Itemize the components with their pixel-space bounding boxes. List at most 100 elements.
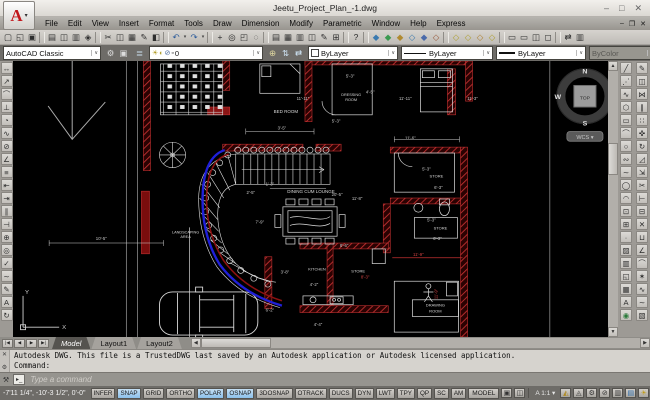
menu-parametric[interactable]: Parametric [318, 19, 367, 28]
workspace-save-icon[interactable]: ▣ [117, 47, 130, 59]
separator[interactable] [163, 32, 169, 43]
maximize-button[interactable]: □ [619, 3, 624, 14]
dimension-update-icon[interactable]: ↻ [1, 309, 13, 321]
ordinate-icon[interactable]: ⊥ [1, 101, 13, 113]
menu-draw[interactable]: Draw [208, 19, 237, 28]
hardware-status-icon[interactable]: ▥ [612, 388, 623, 398]
offset-icon[interactable]: ∥ [636, 101, 648, 113]
region-icon[interactable]: ◱ [620, 270, 632, 282]
help-icon[interactable]: ? [350, 31, 362, 43]
dimension-edit-icon[interactable]: ✎ [1, 283, 13, 295]
tab-layout2[interactable]: Layout2 [137, 337, 182, 349]
viewcube-top-face[interactable]: TOP [580, 96, 591, 102]
viewcube-north[interactable]: N [582, 69, 587, 76]
toggle-ducs[interactable]: DUCS [329, 388, 353, 399]
polygon-icon[interactable]: ⬡ [620, 101, 632, 113]
separator[interactable] [263, 32, 269, 43]
quick-view-drawings-icon[interactable]: ▣ [501, 388, 512, 398]
layer-update-icon[interactable]: ⇅ [279, 47, 292, 59]
tab-layout1[interactable]: Layout1 [91, 337, 136, 349]
workspace-combo[interactable]: AutoCAD Classic ∨ [3, 46, 101, 60]
table-icon[interactable]: ▦ [620, 283, 632, 295]
toggle-qp[interactable]: QP [417, 388, 432, 399]
design-center-icon[interactable]: ▦ [282, 31, 294, 43]
inspection-icon[interactable]: ✓ [1, 257, 13, 269]
markup-set-manager-icon[interactable]: ✎ [318, 31, 330, 43]
layer-properties-manager-icon[interactable]: ≣ [133, 47, 146, 59]
menu-tools[interactable]: Tools [179, 19, 208, 28]
scroll-right-icon[interactable]: ▶ [640, 338, 650, 348]
scroll-down-icon[interactable]: ▼ [608, 327, 618, 337]
menu-format[interactable]: Format [144, 19, 179, 28]
baseline-icon[interactable]: ⇤ [1, 179, 13, 191]
hatch-icon[interactable]: ▨ [620, 244, 632, 256]
explode-icon[interactable]: ✶ [636, 270, 648, 282]
save-icon[interactable]: ▣ [26, 31, 38, 43]
properties-icon[interactable]: ▤ [270, 31, 282, 43]
dimension-break-icon[interactable]: ⊣ [1, 218, 13, 230]
copy-to-layer-icon[interactable]: ▭ [518, 31, 530, 43]
jogged-icon[interactable]: ∿ [1, 127, 13, 139]
command-wrench-icon[interactable]: ⚒ [2, 376, 10, 384]
command-close-icon[interactable]: ✕ [2, 351, 7, 358]
menu-window[interactable]: Window [367, 19, 405, 28]
model-space-button[interactable]: MODEL [468, 388, 499, 399]
revision-cloud-icon[interactable]: ∾ [620, 153, 632, 165]
insert-block-icon[interactable]: ⊡ [620, 205, 632, 217]
annotate-icon[interactable]: ▥ [574, 31, 586, 43]
gradient-icon[interactable]: ▥ [620, 257, 632, 269]
workspace-gear-icon[interactable]: ⚙ [586, 388, 597, 398]
aligned-dimension-icon[interactable]: ↗ [1, 75, 13, 87]
multiline-text-icon[interactable]: A [620, 296, 632, 308]
center-mark-icon[interactable]: ◎ [1, 244, 13, 256]
toggle-tpy[interactable]: TPY [397, 388, 415, 399]
horizontal-scrollbar[interactable]: ◀ ▶ [191, 338, 650, 348]
menu-dimension[interactable]: Dimension [237, 19, 285, 28]
vertical-scrollbar[interactable]: ▲ ▼ [608, 61, 618, 337]
block-editor-icon[interactable]: ◧ [150, 31, 162, 43]
ellipse-arc-icon[interactable]: ◠ [620, 192, 632, 204]
plot-preview-icon[interactable]: ◫ [58, 31, 70, 43]
menu-express[interactable]: Express [432, 19, 471, 28]
viewcube-south[interactable]: S [583, 121, 588, 128]
mirror-icon[interactable]: ⋈ [636, 88, 648, 100]
move-icon[interactable]: ✜ [636, 127, 648, 139]
dimension-text-edit-icon[interactable]: A [1, 296, 13, 308]
match-properties-icon[interactable]: ✎ [138, 31, 150, 43]
construction-line-icon[interactable]: ⋰ [620, 75, 632, 87]
toggle-osnap[interactable]: OSNAP [226, 388, 254, 399]
toolbar-lock-icon[interactable]: ⊘ [599, 388, 610, 398]
point-icon[interactable]: · [620, 231, 632, 243]
quick-dimension-icon[interactable]: ≡ [1, 166, 13, 178]
break-icon[interactable]: ✕ [636, 218, 648, 230]
join-icon[interactable]: ⊔ [636, 231, 648, 243]
arc-icon[interactable]: ⌒ [620, 127, 632, 139]
close-button[interactable]: ✕ [634, 3, 642, 14]
minimize-button[interactable]: – [604, 3, 609, 14]
dimension-space-icon[interactable]: ∥ [1, 205, 13, 217]
continue-icon[interactable]: ⇥ [1, 192, 13, 204]
menu-file[interactable]: File [40, 19, 63, 28]
viewcube[interactable]: TOP N S W E WCS ▾ [555, 69, 608, 141]
circle-icon[interactable]: ○ [620, 140, 632, 152]
layer-unisolate-icon[interactable]: ◇ [406, 31, 418, 43]
annotation-visibility-icon[interactable]: ◭ [560, 388, 571, 398]
make-current-icon[interactable]: ⊕ [266, 47, 279, 59]
separator[interactable] [363, 32, 369, 43]
menu-edit[interactable]: Edit [63, 19, 87, 28]
tab-last-icon[interactable]: ▶| [38, 339, 49, 348]
zoom-realtime-icon[interactable]: ◎ [226, 31, 238, 43]
layer-previous2-icon[interactable]: ⇄ [292, 47, 305, 59]
quickcalc-icon[interactable]: ⊞ [330, 31, 342, 43]
separator[interactable] [343, 32, 349, 43]
viewcube-west[interactable]: W [555, 94, 562, 101]
command-tool-icon[interactable]: ⚙ [2, 364, 7, 371]
chamfer-icon[interactable]: ∠ [636, 244, 648, 256]
make-object-layer-current-icon[interactable]: ◇ [450, 31, 462, 43]
toggle-ortho[interactable]: ORTHO [166, 388, 195, 399]
scroll-up-icon[interactable]: ▲ [608, 61, 618, 71]
layer-previous-icon[interactable]: ◇ [462, 31, 474, 43]
move-to-layer-icon[interactable]: ▭ [506, 31, 518, 43]
horizontal-scroll-thumb[interactable] [201, 338, 271, 348]
tab-model[interactable]: Model [52, 337, 90, 349]
